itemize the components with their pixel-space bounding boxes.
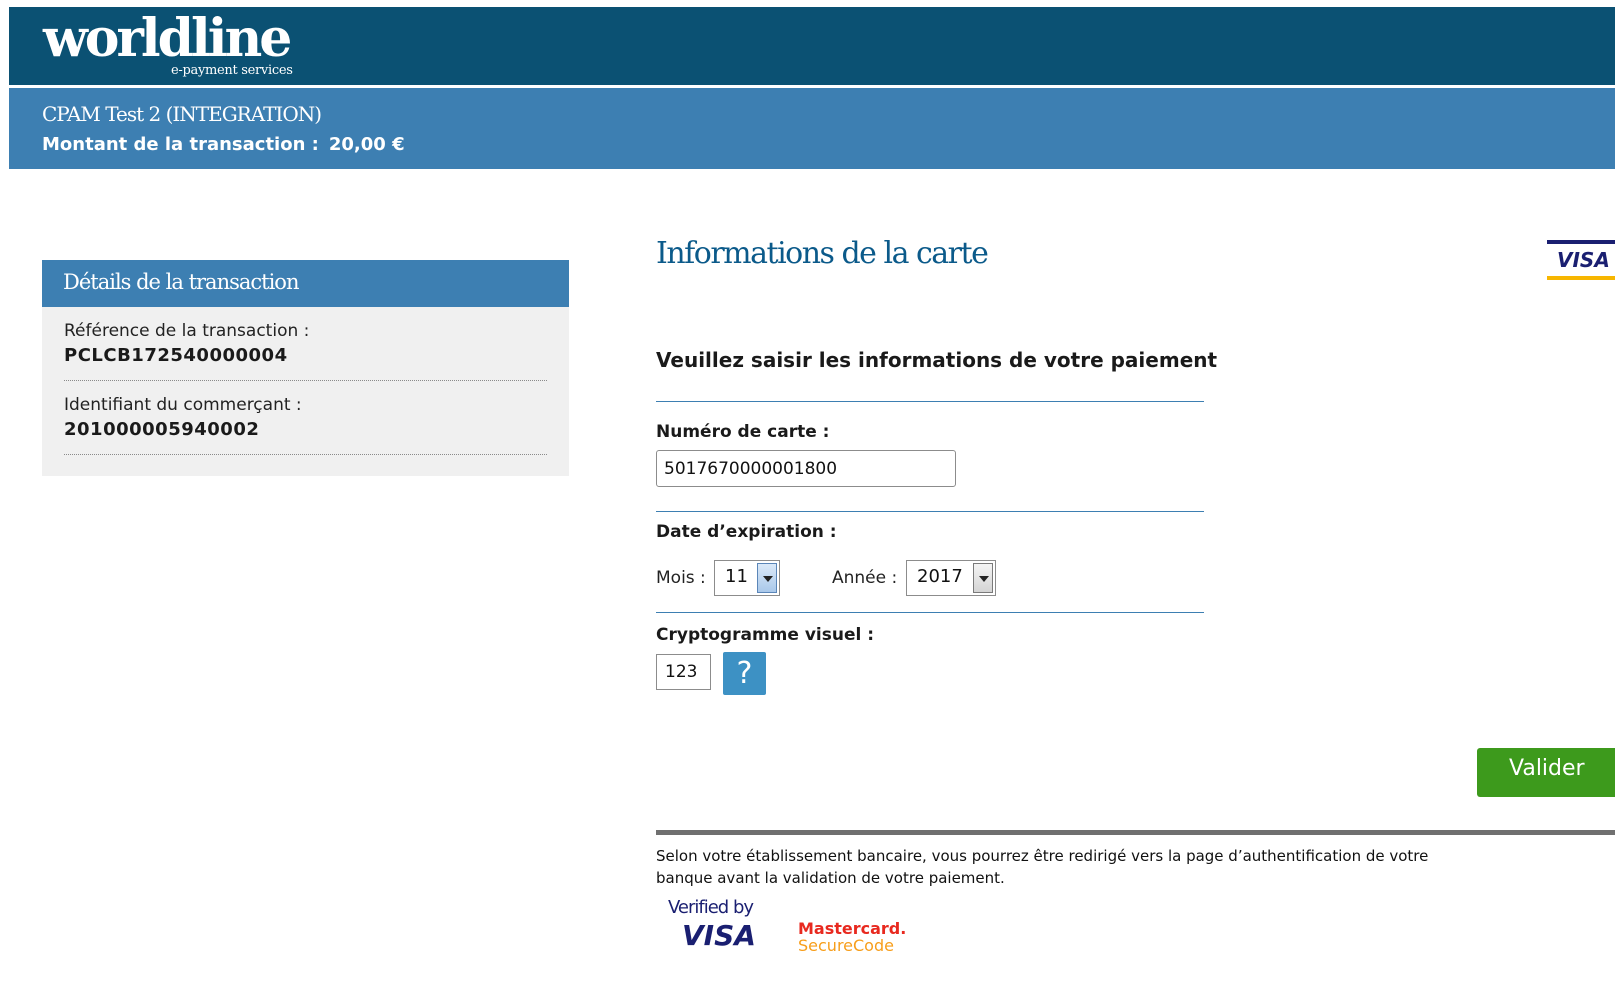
details-title: Détails de la transaction [42,260,569,307]
cvv-label: Cryptogramme visuel : [656,625,875,645]
month-select[interactable]: 11 [714,560,780,596]
month-label: Mois : [656,568,706,588]
visa-logo-icon: VISA [1547,240,1615,280]
logo-subtitle: e-payment services [171,63,293,78]
amount-label: Montant de la transaction : [42,134,319,155]
divider [656,612,1204,613]
mastercard-text: Mastercard. [798,919,907,938]
chevron-down-icon[interactable] [757,563,777,593]
transaction-amount: Montant de la transaction : 20,00 € [42,134,405,155]
month-value: 11 [725,566,748,587]
cvv-help-button[interactable]: ? [723,652,766,695]
chevron-down-icon[interactable] [973,563,993,593]
transaction-details-panel: Détails de la transaction Référence de l… [42,260,569,476]
card-section-title: Informations de la carte [656,236,989,271]
validate-button[interactable]: Valider [1477,748,1615,797]
year-label: Année : [832,568,898,588]
detail-value: 201000005940002 [64,419,260,440]
card-number-input[interactable] [656,450,956,487]
merchant-name: CPAM Test 2 (INTEGRATION) [42,102,322,126]
card-number-label: Numéro de carte : [656,422,830,442]
detail-label: Référence de la transaction : [64,321,310,341]
footer-divider [656,830,1615,835]
divider [656,511,1204,512]
bank-redirect-notice: Selon votre établissement bancaire, vous… [656,847,1429,887]
verified-by-visa-logo-icon: Verified by VISA [668,897,768,957]
detail-item: Identifiant du commerçant : 201000005940… [64,381,547,455]
detail-value: PCLCB172540000004 [64,345,288,366]
detail-item: Référence de la transaction : PCLCB17254… [64,307,547,381]
expiry-label: Date d’expiration : [656,522,837,542]
worldline-logo: worldline e-payment services [43,8,293,79]
detail-label: Identifiant du commerçant : [64,395,302,415]
amount-value: 20,00 € [328,134,405,155]
year-value: 2017 [917,566,963,587]
merchant-bar: CPAM Test 2 (INTEGRATION) Montant de la … [9,88,1615,169]
verified-by-visa-brand: VISA [682,919,756,952]
mastercard-securecode-logo-icon: Mastercard. SecureCode [798,920,906,954]
cvv-input[interactable] [656,654,711,690]
verified-by-text: Verified by [668,897,754,918]
visa-logo-text: VISA [1557,248,1610,272]
header-bar: worldline e-payment services [9,7,1615,85]
payment-prompt: Veuillez saisir les informations de votr… [656,348,1218,372]
divider [656,401,1204,402]
logo-text: worldline [43,8,292,69]
year-select[interactable]: 2017 [906,560,996,596]
securecode-text: SecureCode [798,936,894,955]
